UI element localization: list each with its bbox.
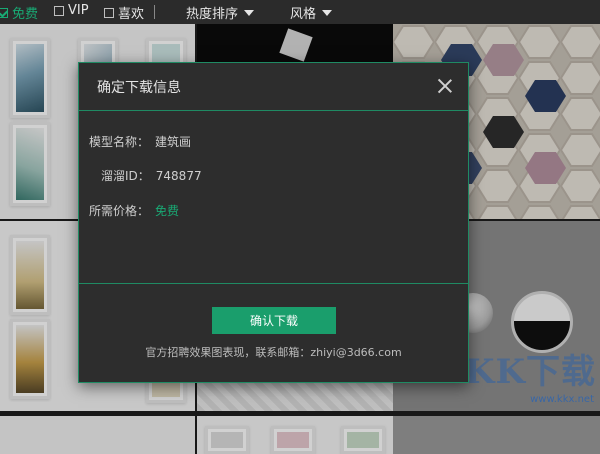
like-checkbox[interactable] bbox=[104, 7, 114, 18]
filter-toolbar: 免费 VIP 喜欢 热度排序 风格 bbox=[0, 0, 600, 24]
free-checkbox[interactable] bbox=[0, 7, 8, 18]
contact-text: 官方招聘效果图表现，联系邮箱：zhiyi@3d66.com bbox=[145, 346, 402, 359]
model-id-label: 溜溜ID： bbox=[101, 169, 150, 183]
model-id-row: 溜溜ID： 748877 bbox=[101, 167, 202, 184]
chevron-down-icon bbox=[244, 9, 255, 16]
filter-free[interactable]: 免费 bbox=[0, 3, 38, 22]
like-label: 喜欢 bbox=[118, 7, 145, 22]
filter-like[interactable]: 喜欢 bbox=[104, 3, 144, 22]
close-icon[interactable] bbox=[436, 77, 454, 95]
download-dialog: 确定下载信息 模型名称： 建筑画 溜溜ID： 748877 所需价格： 免费 确认下载… bbox=[78, 62, 469, 383]
dialog-title: 确定下载信息 bbox=[97, 80, 181, 96]
style-label: 风格 bbox=[290, 7, 317, 22]
price-label: 所需价格： bbox=[89, 204, 150, 218]
model-name-row: 模型名称： 建筑画 bbox=[89, 133, 191, 150]
style-dropdown[interactable]: 风格 bbox=[290, 3, 333, 22]
model-name-label: 模型名称： bbox=[89, 135, 150, 149]
toolbar-divider bbox=[154, 5, 155, 19]
vip-label: VIP bbox=[68, 3, 89, 18]
dialog-divider bbox=[79, 283, 468, 284]
sort-dropdown[interactable]: 热度排序 bbox=[186, 3, 255, 22]
filter-vip[interactable]: VIP bbox=[54, 3, 89, 18]
model-id-value: 748877 bbox=[155, 169, 202, 183]
chevron-down-icon bbox=[322, 9, 333, 16]
price-row: 所需价格： 免费 bbox=[89, 202, 179, 219]
vip-checkbox[interactable] bbox=[54, 5, 64, 16]
confirm-download-button[interactable]: 确认下载 bbox=[212, 307, 336, 334]
dialog-header: 确定下载信息 bbox=[79, 63, 468, 111]
model-name-value: 建筑画 bbox=[155, 135, 192, 149]
free-label: 免费 bbox=[12, 7, 39, 22]
sort-label: 热度排序 bbox=[186, 7, 239, 22]
price-value: 免费 bbox=[155, 204, 180, 218]
